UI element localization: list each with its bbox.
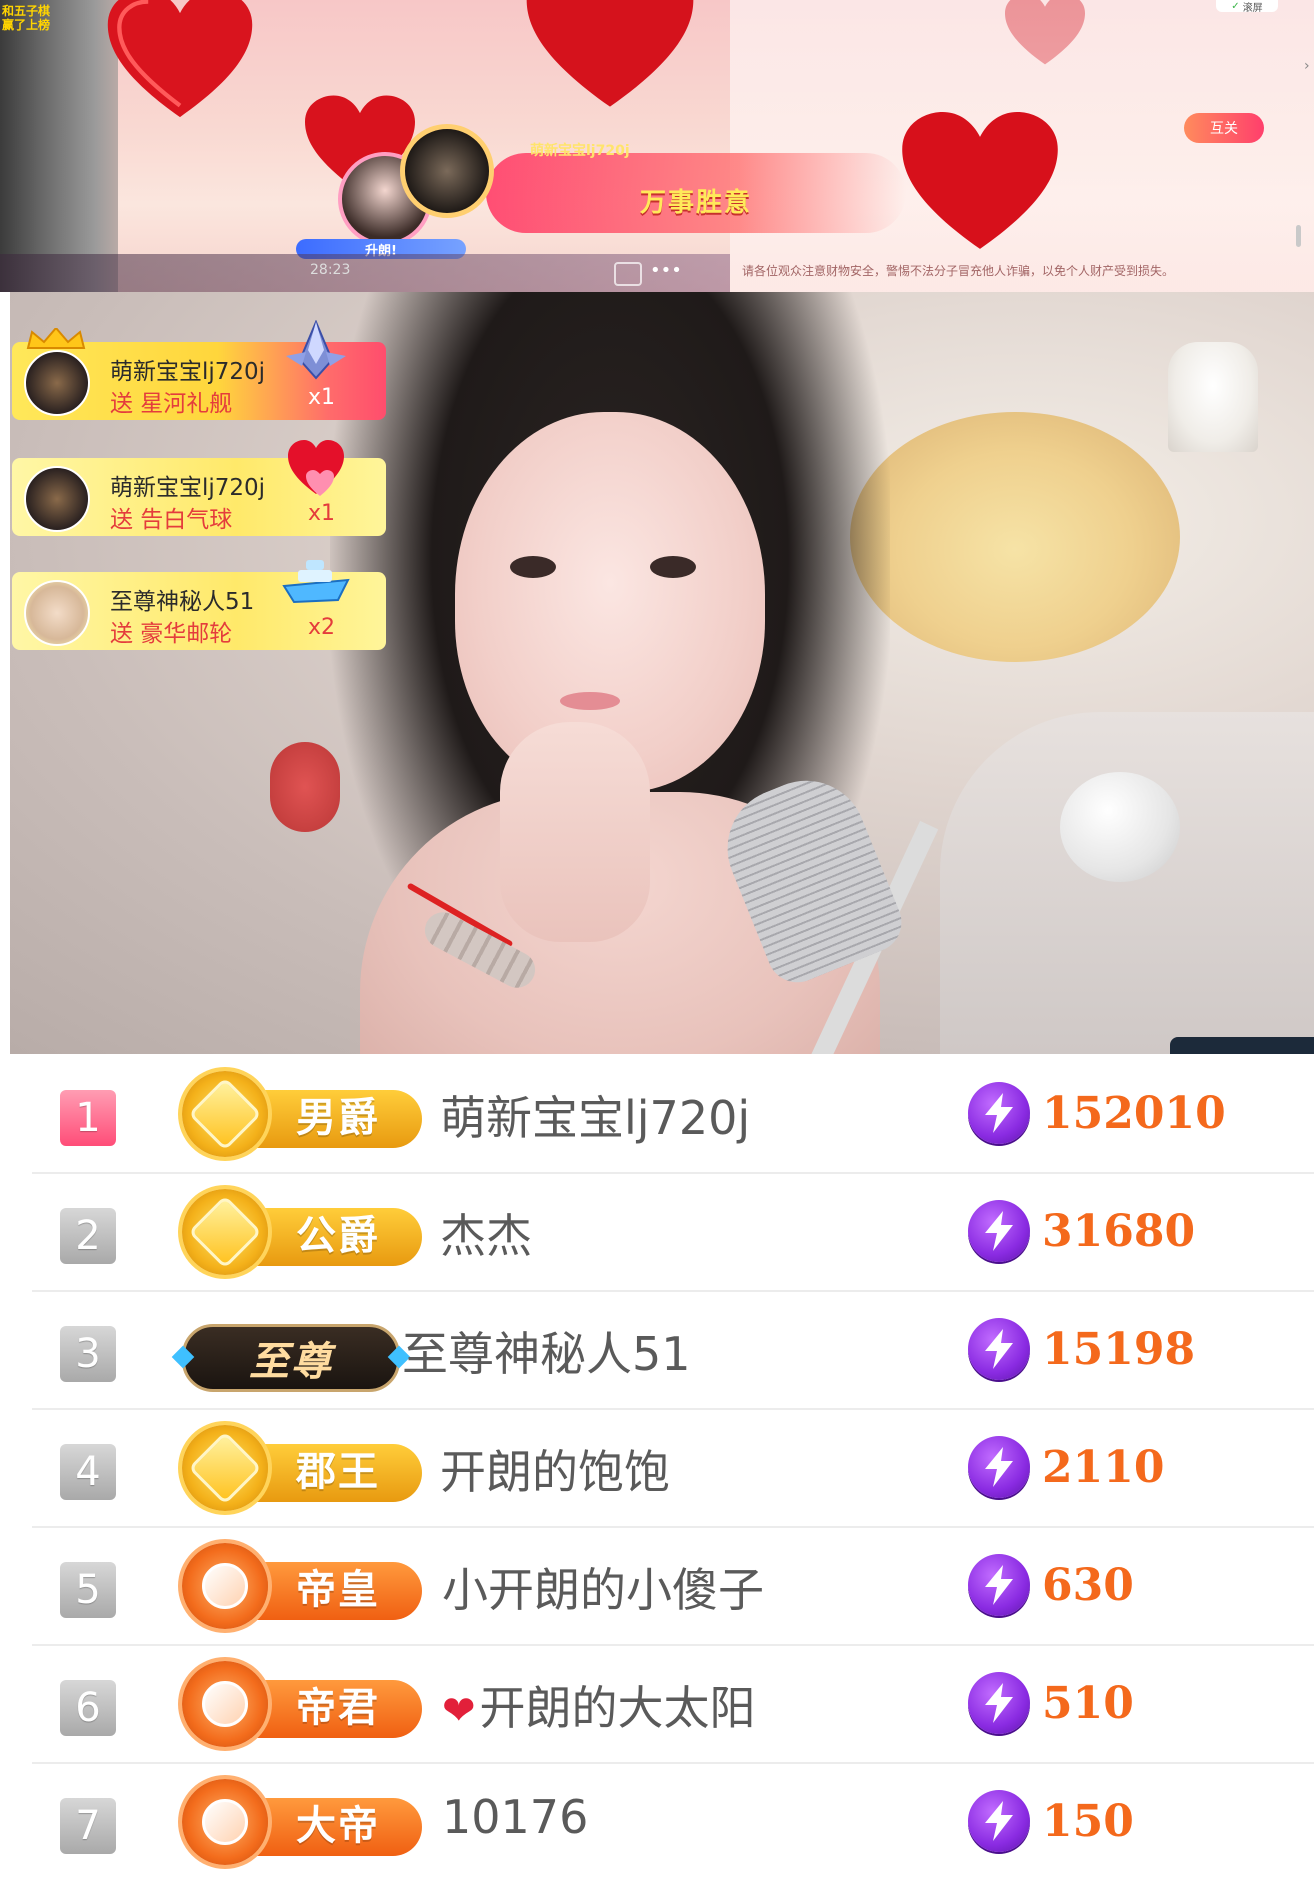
- lightning-icon: [968, 1554, 1030, 1616]
- rose-heart-icon: [100, 0, 260, 120]
- live-video[interactable]: 萌新宝宝lj720j 送 星河礼舰 x1 萌新宝宝lj720j 送 告白气球 x…: [0, 292, 1314, 1054]
- gifter-avatar[interactable]: [24, 350, 90, 416]
- streamer-hand: [500, 722, 650, 942]
- rank-badge: 3: [60, 1326, 116, 1382]
- lightning-icon: [968, 1672, 1030, 1734]
- gift-notification: 至尊神秘人51 送 豪华邮轮 x2: [12, 560, 386, 650]
- chat-scrollbar[interactable]: [1296, 225, 1301, 247]
- leaderboard-row[interactable]: 1 男爵 萌新宝宝lj720j 152010: [32, 1054, 1314, 1174]
- user-name: 开朗的饱饱: [440, 1445, 670, 1499]
- chevron-right-icon[interactable]: ›: [1304, 58, 1314, 74]
- safety-warning: 请各位观众注意财物安全，警惕不法分子冒充他人诈骗，以免个人财产受到损失。: [742, 264, 1175, 278]
- rank-badge: 2: [60, 1208, 116, 1264]
- score: 31680: [968, 1200, 1195, 1262]
- plush-toy: [850, 412, 1180, 662]
- user-name: 萌新宝宝lj720j: [440, 1091, 751, 1145]
- lightning-icon: [968, 1318, 1030, 1380]
- noble-badge: 大帝: [182, 1779, 422, 1865]
- leaderboard-row[interactable]: 4 郡王 开朗的饱饱 2110: [32, 1408, 1314, 1528]
- user-name: 10176: [442, 1790, 589, 1844]
- chevron-coin-icon: [182, 1661, 268, 1747]
- rank-badge: 4: [60, 1444, 116, 1500]
- user-name: 杰杰: [440, 1209, 532, 1263]
- mystery-mask-avatar[interactable]: [24, 580, 90, 646]
- noble-badge: 郡王: [182, 1425, 422, 1511]
- gifter-avatar[interactable]: [24, 466, 90, 532]
- diamond-coin-icon: [182, 1071, 268, 1157]
- danmaku-toggle-icon[interactable]: [614, 262, 642, 286]
- leaderboard-row[interactable]: 5 帝皇 小开朗的小傻子 630: [32, 1526, 1314, 1646]
- heart-icon: ❤: [442, 1688, 476, 1734]
- lightning-icon: [968, 1436, 1030, 1498]
- follow-button[interactable]: 互关: [1184, 113, 1264, 143]
- contribution-leaderboard: 1 男爵 萌新宝宝lj720j 152010 2 公爵 杰杰 31680 3 至…: [0, 1054, 1314, 1882]
- gift-effect-message: 万事胜意: [640, 188, 753, 218]
- user-name: ❤开朗的大太阳: [442, 1681, 756, 1735]
- gift-notification: 萌新宝宝lj720j 送 星河礼舰 x1: [12, 320, 386, 420]
- score: 2110: [968, 1436, 1164, 1498]
- gift-notification: 萌新宝宝lj720j 送 告白气球 x1: [12, 440, 386, 536]
- score: 152010: [968, 1082, 1226, 1144]
- score: 510: [968, 1672, 1134, 1734]
- lightning-icon: [968, 1790, 1030, 1852]
- check-icon: ✓: [1231, 0, 1240, 12]
- more-options-icon[interactable]: •••: [650, 262, 682, 282]
- diamond-coin-icon: [182, 1425, 268, 1511]
- lightning-icon: [968, 1200, 1030, 1262]
- leaderboard-row[interactable]: 6 帝君 ❤开朗的大太阳 510: [32, 1644, 1314, 1764]
- noble-badge: 帝君: [182, 1661, 422, 1747]
- lamp: [1168, 342, 1258, 452]
- starship-gift-icon: [286, 320, 346, 380]
- live-room-banner: 和五子棋 赢了上榜 萌新宝宝lj720j 万事胜意 升朗! 28:23 ••• …: [0, 0, 1314, 292]
- rose-heart-icon: [455, 0, 765, 110]
- user-name: 小开朗的小傻子: [442, 1563, 764, 1617]
- rose-heart-icon: [900, 112, 1060, 252]
- scroll-toggle-button[interactable]: ✓ 滚屏: [1216, 0, 1278, 14]
- corner-note: 和五子棋 赢了上榜: [2, 4, 51, 32]
- lightning-icon: [968, 1082, 1030, 1144]
- user-name: 至尊神秘人51: [402, 1327, 691, 1381]
- score: 150: [968, 1790, 1134, 1852]
- stream-time: 28:23: [310, 262, 351, 278]
- cruise-ship-gift-icon: [282, 560, 350, 604]
- leaderboard-row[interactable]: 3 至尊 至尊神秘人51 15198: [32, 1290, 1314, 1410]
- rank-badge: 1: [60, 1090, 116, 1146]
- rank-badge: 5: [60, 1562, 116, 1618]
- score: 15198: [968, 1318, 1195, 1380]
- sofa: [940, 712, 1314, 1054]
- chevron-coin-icon: [182, 1779, 268, 1865]
- leaderboard-row[interactable]: 2 公爵 杰杰 31680: [32, 1172, 1314, 1292]
- gift-effect-user: 萌新宝宝lj720j: [530, 143, 630, 159]
- rank-badge: 6: [60, 1680, 116, 1736]
- noble-badge: 帝皇: [182, 1543, 422, 1629]
- noble-badge: 至尊: [182, 1318, 400, 1398]
- gifter-avatar[interactable]: [400, 124, 494, 218]
- score: 630: [968, 1554, 1134, 1616]
- crown-icon: [26, 328, 86, 349]
- leaderboard-row[interactable]: 7 大帝 10176 150: [32, 1762, 1314, 1880]
- diamond-coin-icon: [182, 1189, 268, 1275]
- love-balloon-gift-icon: [288, 440, 344, 496]
- gem-coin-icon: [182, 1543, 268, 1629]
- rank-badge: 7: [60, 1798, 116, 1854]
- noble-badge: 公爵: [182, 1189, 422, 1275]
- noble-badge: 男爵: [182, 1071, 422, 1157]
